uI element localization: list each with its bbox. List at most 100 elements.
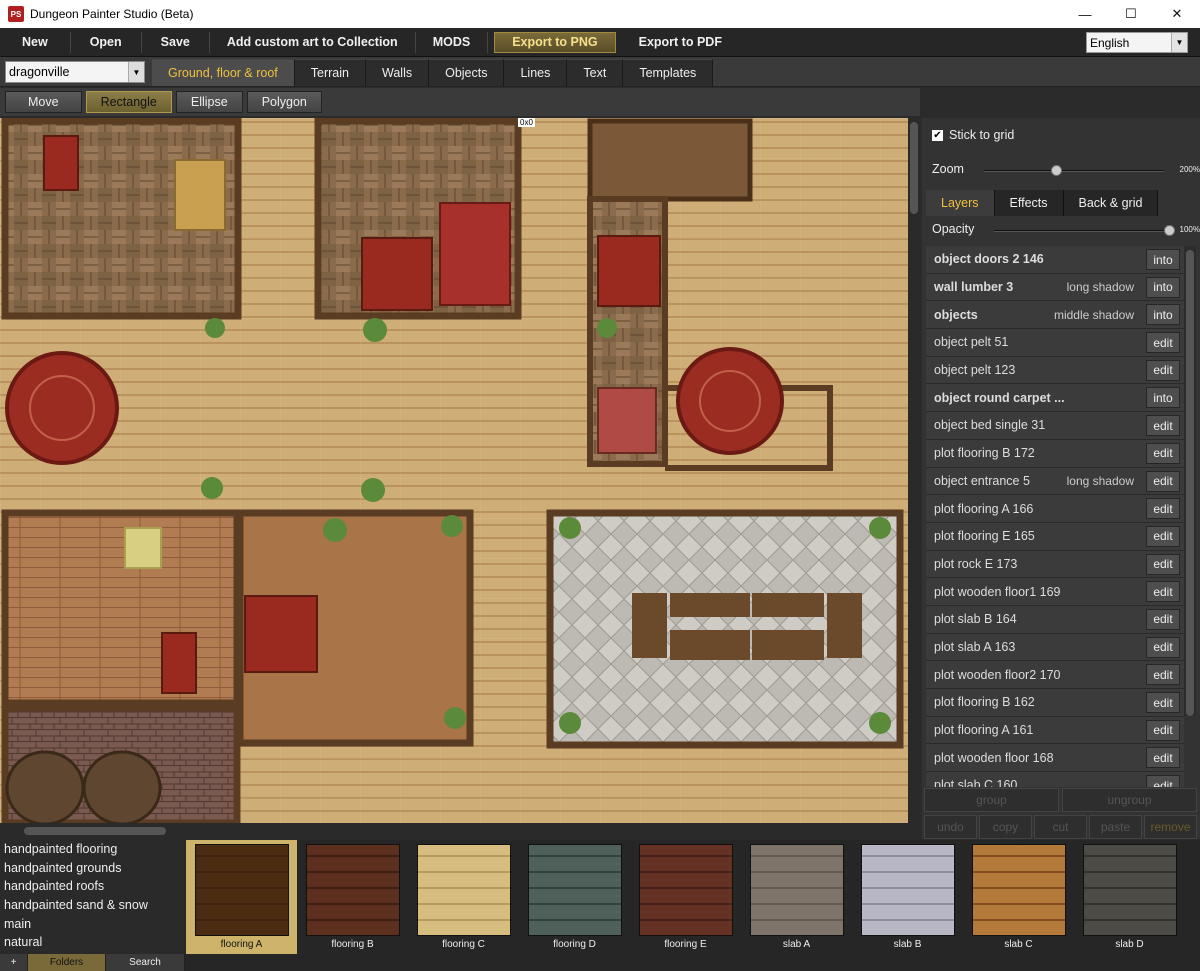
tab-layers[interactable]: Layers xyxy=(926,190,995,216)
layer-row[interactable]: objects middle shadow into xyxy=(926,301,1184,330)
layer-row[interactable]: plot flooring A 166 edit xyxy=(926,495,1184,523)
layer-edit-button[interactable]: edit xyxy=(1146,581,1180,603)
cut-button[interactable]: cut xyxy=(1034,815,1087,839)
layer-row[interactable]: wall lumber 3 long shadow into xyxy=(926,273,1184,302)
undo-button[interactable]: undo xyxy=(924,815,977,839)
rectangle-tool-button[interactable]: Rectangle xyxy=(85,91,172,113)
folder-item[interactable]: natural xyxy=(0,933,185,952)
folder-item[interactable]: main xyxy=(0,914,185,933)
folder-item[interactable]: handpainted roofs xyxy=(0,877,185,896)
layer-edit-button[interactable]: edit xyxy=(1146,359,1180,381)
map-select[interactable]: dragonville ▼ xyxy=(5,61,145,83)
layer-list-scrollbar[interactable] xyxy=(1184,246,1196,716)
stick-to-grid-toggle[interactable]: ✔ Stick to grid xyxy=(932,128,1014,142)
layer-edit-button[interactable]: edit xyxy=(1146,525,1180,547)
tab-lines[interactable]: Lines xyxy=(504,59,568,86)
layer-edit-button[interactable]: edit xyxy=(1146,692,1180,713)
map-canvas[interactable]: 0x0 xyxy=(0,118,908,823)
scrollbar-thumb[interactable] xyxy=(1186,250,1194,716)
layer-row[interactable]: object bed single 31 edit xyxy=(926,412,1184,440)
tab-effects[interactable]: Effects xyxy=(994,190,1064,216)
layer-edit-button[interactable]: edit xyxy=(1146,719,1180,741)
opacity-slider-knob[interactable] xyxy=(1164,225,1175,236)
layer-edit-button[interactable]: edit xyxy=(1146,498,1180,520)
open-button[interactable]: Open xyxy=(71,31,142,53)
tab-back-grid[interactable]: Back & grid xyxy=(1063,190,1159,216)
layer-row[interactable]: plot flooring A 161 edit xyxy=(926,716,1184,745)
layer-row[interactable]: plot rock E 173 edit xyxy=(926,550,1184,579)
scrollbar-thumb[interactable] xyxy=(910,122,918,214)
texture-swatch[interactable] xyxy=(749,844,844,936)
map-horizontal-scrollbar[interactable] xyxy=(0,823,920,839)
zoom-slider[interactable] xyxy=(984,170,1164,172)
layer-row[interactable]: plot flooring E 165 edit xyxy=(926,522,1184,551)
folder-item[interactable]: handpainted grounds xyxy=(0,859,185,878)
tab-templates[interactable]: Templates xyxy=(623,59,714,86)
layer-into-button[interactable]: into xyxy=(1146,249,1180,270)
tab-text[interactable]: Text xyxy=(567,59,624,86)
folder-item[interactable]: handpainted flooring xyxy=(0,840,185,859)
layer-edit-button[interactable]: edit xyxy=(1146,415,1180,437)
paste-button[interactable]: paste xyxy=(1089,815,1142,839)
new-button[interactable]: New xyxy=(0,31,71,53)
zoom-slider-knob[interactable] xyxy=(1051,165,1062,176)
texture-item[interactable]: slab D xyxy=(1074,840,1185,954)
texture-swatch[interactable] xyxy=(1082,844,1177,936)
texture-item[interactable]: flooring C xyxy=(408,840,519,954)
layer-row[interactable]: object doors 2 146 into xyxy=(926,246,1184,274)
folders-tab[interactable]: Folders xyxy=(28,954,106,971)
layer-into-button[interactable]: into xyxy=(1146,387,1180,409)
export-png-button[interactable]: Export to PNG xyxy=(494,31,616,53)
layer-edit-button[interactable]: edit xyxy=(1146,332,1180,354)
texture-item[interactable]: flooring E xyxy=(630,840,741,954)
ellipse-tool-button[interactable]: Ellipse xyxy=(175,91,243,113)
layer-row[interactable]: plot wooden floor 168 edit xyxy=(926,744,1184,773)
remove-button[interactable]: remove xyxy=(1144,815,1197,839)
layer-edit-button[interactable]: edit xyxy=(1146,664,1180,686)
chevron-down-icon[interactable]: ▼ xyxy=(1171,33,1187,52)
chevron-down-icon[interactable]: ▼ xyxy=(128,62,144,82)
layer-row[interactable]: plot flooring B 162 edit xyxy=(926,689,1184,717)
layer-row[interactable]: plot slab C 160 edit xyxy=(926,772,1184,787)
tab-ground-floor-roof[interactable]: Ground, floor & roof xyxy=(152,59,295,86)
texture-item[interactable]: flooring B xyxy=(297,840,408,954)
texture-swatch[interactable] xyxy=(527,844,622,936)
layer-edit-button[interactable]: edit xyxy=(1146,775,1180,787)
polygon-tool-button[interactable]: Polygon xyxy=(246,91,322,113)
scrollbar-thumb[interactable] xyxy=(24,827,166,835)
export-pdf-button[interactable]: Export to PDF xyxy=(622,32,739,53)
opacity-slider[interactable] xyxy=(994,230,1174,232)
folder-item[interactable]: handpainted sand & snow xyxy=(0,896,185,915)
layer-edit-button[interactable]: edit xyxy=(1146,442,1180,464)
checkbox-checked-icon[interactable]: ✔ xyxy=(932,129,943,141)
texture-item[interactable]: slab B xyxy=(852,840,963,954)
layer-edit-button[interactable]: edit xyxy=(1146,470,1180,492)
group-button[interactable]: group xyxy=(924,788,1059,812)
layer-row[interactable]: plot slab A 163 edit xyxy=(926,633,1184,662)
layer-row[interactable]: object pelt 51 edit xyxy=(926,329,1184,357)
language-select[interactable]: English ▼ xyxy=(1086,32,1188,53)
layer-row[interactable]: plot wooden floor1 169 edit xyxy=(926,578,1184,606)
tab-terrain[interactable]: Terrain xyxy=(294,59,366,86)
map-vertical-scrollbar[interactable] xyxy=(908,118,920,823)
texture-swatch[interactable] xyxy=(971,844,1066,936)
texture-item[interactable]: flooring A xyxy=(186,840,297,954)
save-button[interactable]: Save xyxy=(142,31,210,53)
texture-item[interactable]: slab A xyxy=(741,840,852,954)
close-icon[interactable]: ✕ xyxy=(1154,0,1200,28)
texture-swatch[interactable] xyxy=(194,844,289,936)
move-tool-button[interactable]: Move xyxy=(5,91,82,113)
minimize-icon[interactable]: — xyxy=(1062,0,1108,28)
texture-swatch[interactable] xyxy=(860,844,955,936)
layer-into-button[interactable]: into xyxy=(1146,304,1180,326)
layer-edit-button[interactable]: edit xyxy=(1146,747,1180,769)
layer-row[interactable]: object round carpet ... into xyxy=(926,384,1184,413)
layer-edit-button[interactable]: edit xyxy=(1146,636,1180,658)
layer-row[interactable]: object pelt 123 edit xyxy=(926,356,1184,385)
copy-button[interactable]: copy xyxy=(979,815,1032,839)
texture-swatch[interactable] xyxy=(638,844,733,936)
search-tab[interactable]: Search xyxy=(106,954,185,971)
layer-row[interactable]: object entrance 5 long shadow edit xyxy=(926,467,1184,496)
layer-into-button[interactable]: into xyxy=(1146,276,1180,298)
mods-button[interactable]: MODS xyxy=(416,31,489,53)
